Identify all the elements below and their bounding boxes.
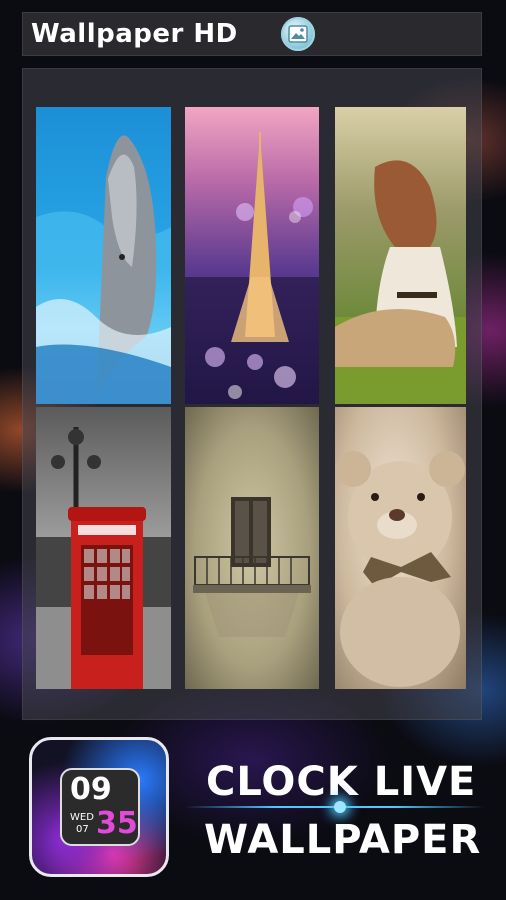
clock-day: WED: [70, 812, 94, 823]
image-icon[interactable]: [281, 17, 315, 51]
wallpaper-thumb-dolphin[interactable]: [36, 107, 171, 404]
clock-live-wallpaper-app-icon[interactable]: 09 WED 07 35: [29, 737, 169, 877]
wallpaper-thumb-eiffel-tower[interactable]: [185, 107, 319, 404]
clock-hours: 09: [70, 772, 112, 807]
app-header: Wallpaper HD: [22, 12, 482, 56]
clock-date: 07: [76, 824, 89, 835]
wallpaper-thumb-phone-booth[interactable]: [36, 407, 171, 689]
wallpaper-thumb-girl-on-grass[interactable]: [335, 107, 466, 404]
promo-title-line2: WALLPAPER: [204, 817, 482, 863]
promo-glow-dot: [334, 801, 346, 813]
clock-minutes: 35: [96, 806, 138, 841]
promo-title-line1: CLOCK LIVE: [206, 759, 477, 805]
app-title: Wallpaper HD: [31, 19, 238, 49]
clock-face: 09 WED 07 35: [60, 768, 140, 846]
wallpaper-thumb-teddy-bear[interactable]: [335, 407, 466, 689]
wallpaper-thumb-balcony[interactable]: [185, 407, 319, 689]
